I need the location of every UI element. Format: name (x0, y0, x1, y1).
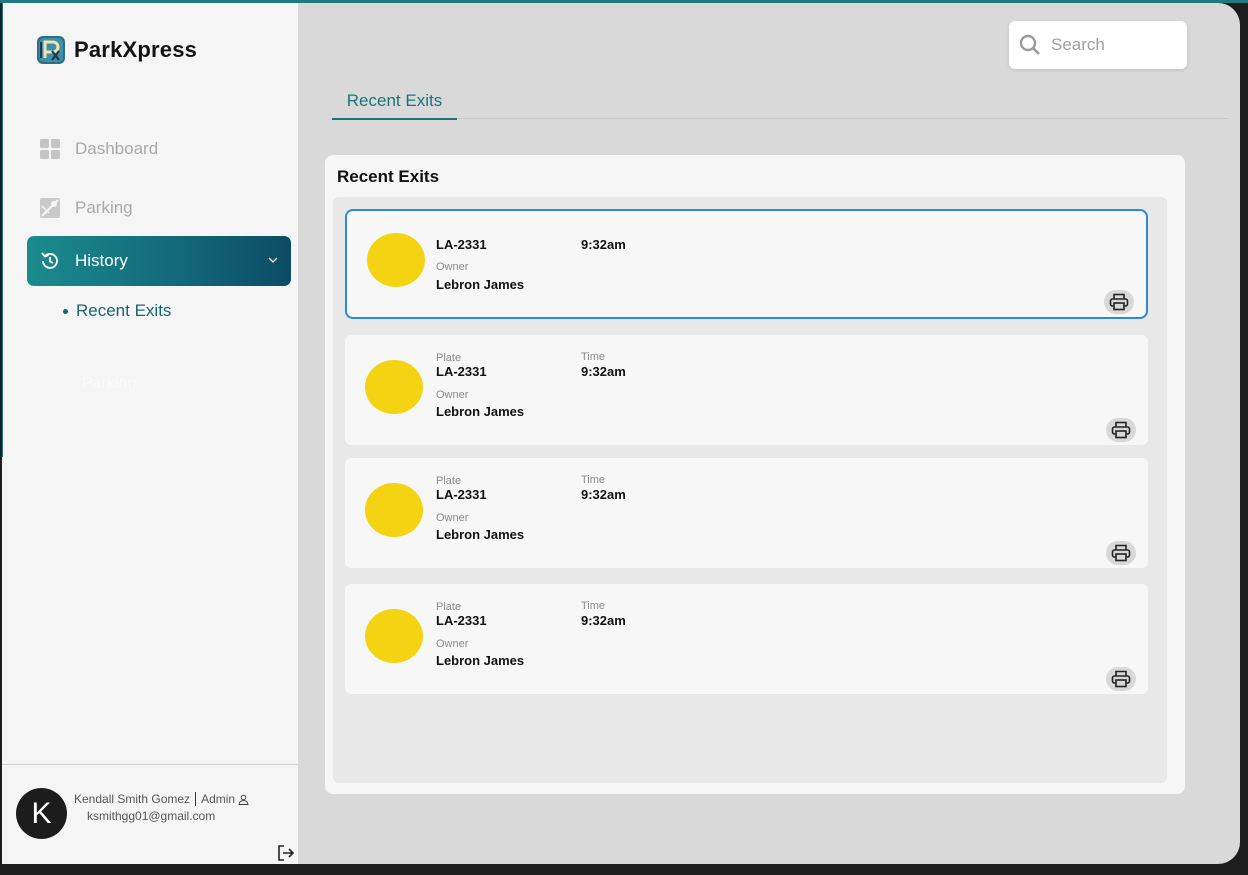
parkxpress-logo-icon (37, 36, 65, 64)
divider (195, 792, 197, 806)
time-label: Time (581, 600, 606, 612)
sidebar-item-label: History (75, 251, 128, 270)
plate-value: LA-2331 (436, 364, 487, 379)
subnav-item-label: Recent Exits (76, 301, 172, 320)
subnav-item-recent-exits[interactable]: Recent Exits (63, 301, 171, 321)
logout-icon[interactable] (277, 844, 295, 862)
avatar[interactable]: K (16, 788, 67, 839)
owner-label: Owner (436, 261, 469, 273)
exit-card[interactable]: Plate LA-2331 Time 9:32am Owner Lebron J… (345, 458, 1148, 568)
sidebar-divider (2, 764, 298, 765)
sidebar: ParkXpress Dashboard Parking History Rec… (2, 3, 298, 864)
sidebar-item-label: Dashboard (75, 139, 159, 158)
time-value: 9:32am (581, 364, 626, 379)
plate-label: Plate (436, 352, 462, 364)
app-window: ParkXpress Dashboard Parking History Rec… (2, 3, 1240, 864)
printer-icon (1111, 421, 1131, 439)
app-name: ParkXpress (74, 37, 198, 62)
bullet-dot (63, 308, 68, 314)
tab-underline (332, 118, 1228, 119)
vehicle-avatar (367, 233, 425, 287)
user-email: ksmithgg01@gmail.com (87, 809, 216, 823)
print-button[interactable] (1106, 541, 1136, 565)
recent-exits-panel: Recent Exits LA-2331 9:32am Owner Lebron… (325, 155, 1185, 794)
owner-value: Lebron James (436, 527, 525, 542)
plate-label: Plate (436, 601, 462, 613)
chevron-down-icon[interactable] (267, 254, 279, 266)
grid-icon (40, 139, 60, 159)
map-icon (40, 198, 60, 218)
user-role: Admin (201, 792, 236, 806)
owner-value: Lebron James (436, 277, 525, 292)
time-value: 9:32am (581, 237, 626, 252)
plate-value: LA-2331 (436, 613, 487, 628)
print-button[interactable] (1104, 290, 1134, 314)
print-button[interactable] (1106, 418, 1136, 442)
print-button[interactable] (1106, 667, 1136, 691)
user-info: Kendall Smith Gomez Admin (74, 792, 249, 806)
search-icon (1019, 34, 1040, 55)
exit-card[interactable]: Plate LA-2331 Time 9:32am Owner Lebron J… (345, 335, 1148, 445)
vehicle-avatar (365, 609, 423, 663)
plate-label: Plate (436, 475, 462, 487)
time-label: Time (581, 474, 606, 486)
tab-recent-exits[interactable]: Recent Exits (332, 91, 457, 120)
sidebar-item-label: Parking (75, 198, 133, 217)
printer-icon (1111, 670, 1131, 688)
plate-value: LA-2331 (436, 237, 487, 252)
time-label: Time (581, 351, 606, 363)
plate-value: LA-2331 (436, 487, 487, 502)
search-box[interactable] (1009, 21, 1187, 69)
search-input[interactable] (1051, 35, 1171, 55)
exit-card[interactable]: LA-2331 9:32am Owner Lebron James (345, 209, 1148, 319)
owner-label: Owner (436, 638, 469, 650)
brand[interactable]: ParkXpress (37, 36, 197, 64)
owner-value: Lebron James (436, 653, 525, 668)
printer-icon (1111, 544, 1131, 562)
user-icon (238, 794, 249, 805)
time-value: 9:32am (581, 613, 626, 628)
sidebar-item-history[interactable]: History (27, 236, 291, 286)
faded-nav-label: Parking (82, 375, 137, 392)
time-value: 9:32am (581, 487, 626, 502)
sidebar-item-parking[interactable]: Parking (27, 183, 291, 233)
user-name: Kendall Smith Gomez (74, 792, 191, 806)
panel-title: Recent Exits (337, 167, 440, 186)
printer-icon (1109, 293, 1129, 311)
owner-value: Lebron James (436, 404, 525, 419)
exit-card[interactable]: Plate LA-2331 Time 9:32am Owner Lebron J… (345, 584, 1148, 694)
sidebar-item-dashboard[interactable]: Dashboard (27, 124, 291, 174)
vehicle-avatar (365, 360, 423, 414)
owner-label: Owner (436, 389, 469, 401)
exits-list: LA-2331 9:32am Owner Lebron James Plate … (333, 197, 1167, 783)
owner-label: Owner (436, 512, 469, 524)
vehicle-avatar (365, 483, 423, 537)
history-icon (41, 252, 58, 269)
